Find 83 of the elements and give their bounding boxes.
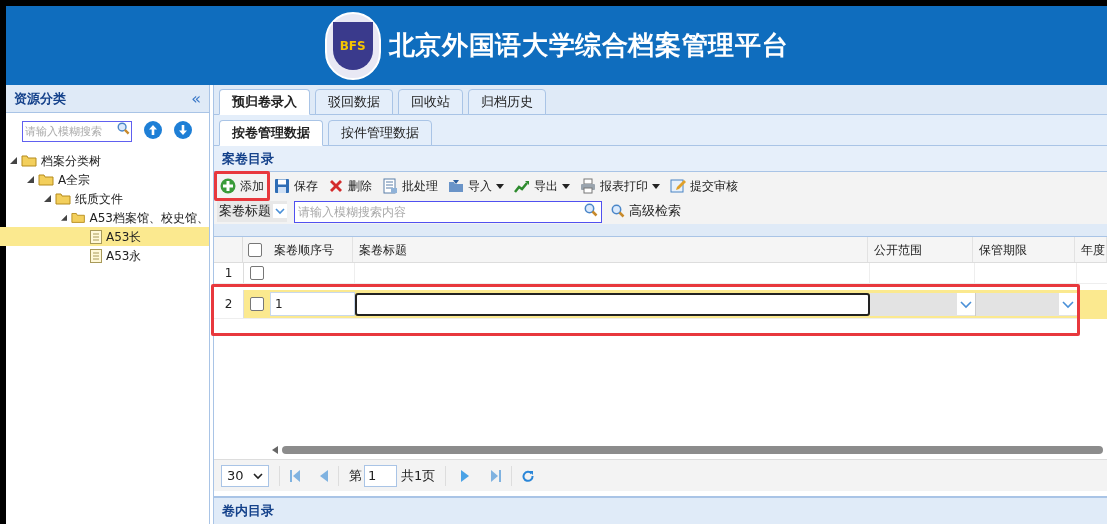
table-row[interactable]: 1 <box>214 263 1107 284</box>
chevron-down-icon <box>253 471 263 480</box>
document-icon <box>90 248 102 263</box>
row-checkbox[interactable] <box>250 266 264 280</box>
field-select[interactable]: 案卷标题 <box>217 200 287 222</box>
dropdown-field[interactable] <box>975 292 1077 316</box>
page-size-select[interactable]: 30 <box>221 464 269 487</box>
tab[interactable]: 按卷管理数据 <box>219 120 323 146</box>
order-input[interactable]: 1 <box>270 292 355 316</box>
tree-item[interactable]: A53永 <box>0 246 209 265</box>
arrow-down-icon[interactable] <box>174 121 192 139</box>
folder-icon <box>38 173 54 186</box>
tab[interactable]: 预归卷录入 <box>219 89 310 115</box>
chart-export-icon <box>514 178 530 194</box>
caret-icon <box>652 182 660 190</box>
search-field[interactable]: 请输入模糊搜索 <box>22 121 132 142</box>
toolbar-button[interactable]: 报表打印 <box>580 177 660 195</box>
arrow-up-icon[interactable] <box>144 121 162 139</box>
table-row[interactable]: 2 1 <box>214 290 1077 319</box>
tab[interactable]: 归档历史 <box>468 89 546 115</box>
tree-item[interactable]: 纸质文件 <box>0 189 209 208</box>
toolbar-button[interactable]: 导出 <box>514 177 570 195</box>
section-title: 案卷目录 <box>222 149 274 168</box>
caret-icon <box>496 182 504 190</box>
refresh-icon[interactable] <box>522 469 535 482</box>
toolbar-button[interactable]: 删除 <box>328 177 372 195</box>
folder-icon <box>71 211 86 224</box>
edit-form-icon <box>670 178 686 194</box>
column-header[interactable]: 公开范围 <box>868 237 973 262</box>
toolbar-button[interactable]: 批处理 <box>382 177 438 195</box>
page-label: 第 <box>349 466 362 485</box>
tab[interactable]: 回收站 <box>398 89 463 115</box>
expand-triangle-icon[interactable] <box>61 214 68 221</box>
chevron-down-icon <box>957 293 975 315</box>
row-number: 2 <box>214 290 244 318</box>
row-checkbox[interactable] <box>250 297 264 311</box>
expand-triangle-icon[interactable] <box>44 195 51 202</box>
logo-text: BFS <box>339 37 366 55</box>
selected-row-fill <box>1080 290 1107 319</box>
header-checkbox[interactable] <box>248 242 263 257</box>
column-header[interactable]: 案卷顺序号 <box>268 237 353 262</box>
panel-title: 资源分类 <box>14 89 66 108</box>
tree-item[interactable]: A53档案馆、校史馆、 <box>0 208 209 227</box>
chevron-down-icon <box>1059 293 1077 315</box>
column-header[interactable]: 案卷标题 <box>353 237 868 262</box>
horizontal-scrollbar[interactable] <box>282 446 1103 454</box>
toolbar-button[interactable]: 导入 <box>448 177 504 195</box>
toolbar-button[interactable]: 添加 <box>220 177 264 195</box>
document-list-icon <box>382 178 398 194</box>
tree-item[interactable]: A53长 <box>0 227 209 246</box>
search-field[interactable]: 请输入模糊搜索内容 <box>294 201 602 223</box>
expand-triangle-icon[interactable] <box>10 157 17 164</box>
collapse-button[interactable]: « <box>191 90 201 107</box>
page-count: 共1页 <box>401 466 436 485</box>
toolbar-button[interactable]: 保存 <box>274 177 318 195</box>
tab[interactable]: 按件管理数据 <box>328 120 432 146</box>
document-icon <box>90 229 102 244</box>
printer-icon <box>580 178 596 194</box>
page-number-input[interactable]: 1 <box>364 464 397 487</box>
expand-triangle-icon[interactable] <box>27 176 34 183</box>
scroll-left-icon[interactable] <box>272 446 278 454</box>
chevron-down-icon <box>273 204 287 218</box>
toolbar-button[interactable]: 提交审核 <box>670 177 738 195</box>
tree-item[interactable]: 档案分类树 <box>0 151 209 170</box>
section-title: 卷内目录 <box>222 502 274 521</box>
folder-icon <box>55 192 71 205</box>
dropdown-field[interactable] <box>870 292 975 316</box>
delete-icon <box>328 178 344 194</box>
advanced-search-button[interactable]: 高级检索 <box>611 201 681 221</box>
search-icon <box>611 204 625 218</box>
folder-icon <box>21 154 37 167</box>
next-page-icon[interactable] <box>461 469 470 482</box>
search-icon <box>584 203 598 217</box>
search-icon <box>117 122 130 135</box>
folder-import-icon <box>448 178 464 194</box>
caret-icon <box>562 182 570 190</box>
platform-title: 北京外国语大学综合档案管理平台 <box>388 29 789 62</box>
column-header[interactable]: 保管期限 <box>973 237 1075 262</box>
tab[interactable]: 驳回数据 <box>315 89 393 115</box>
plus-icon <box>220 178 236 194</box>
title-input[interactable] <box>355 292 870 316</box>
column-header[interactable]: 年度 <box>1075 237 1107 262</box>
tree-item[interactable]: A全宗 <box>0 170 209 189</box>
